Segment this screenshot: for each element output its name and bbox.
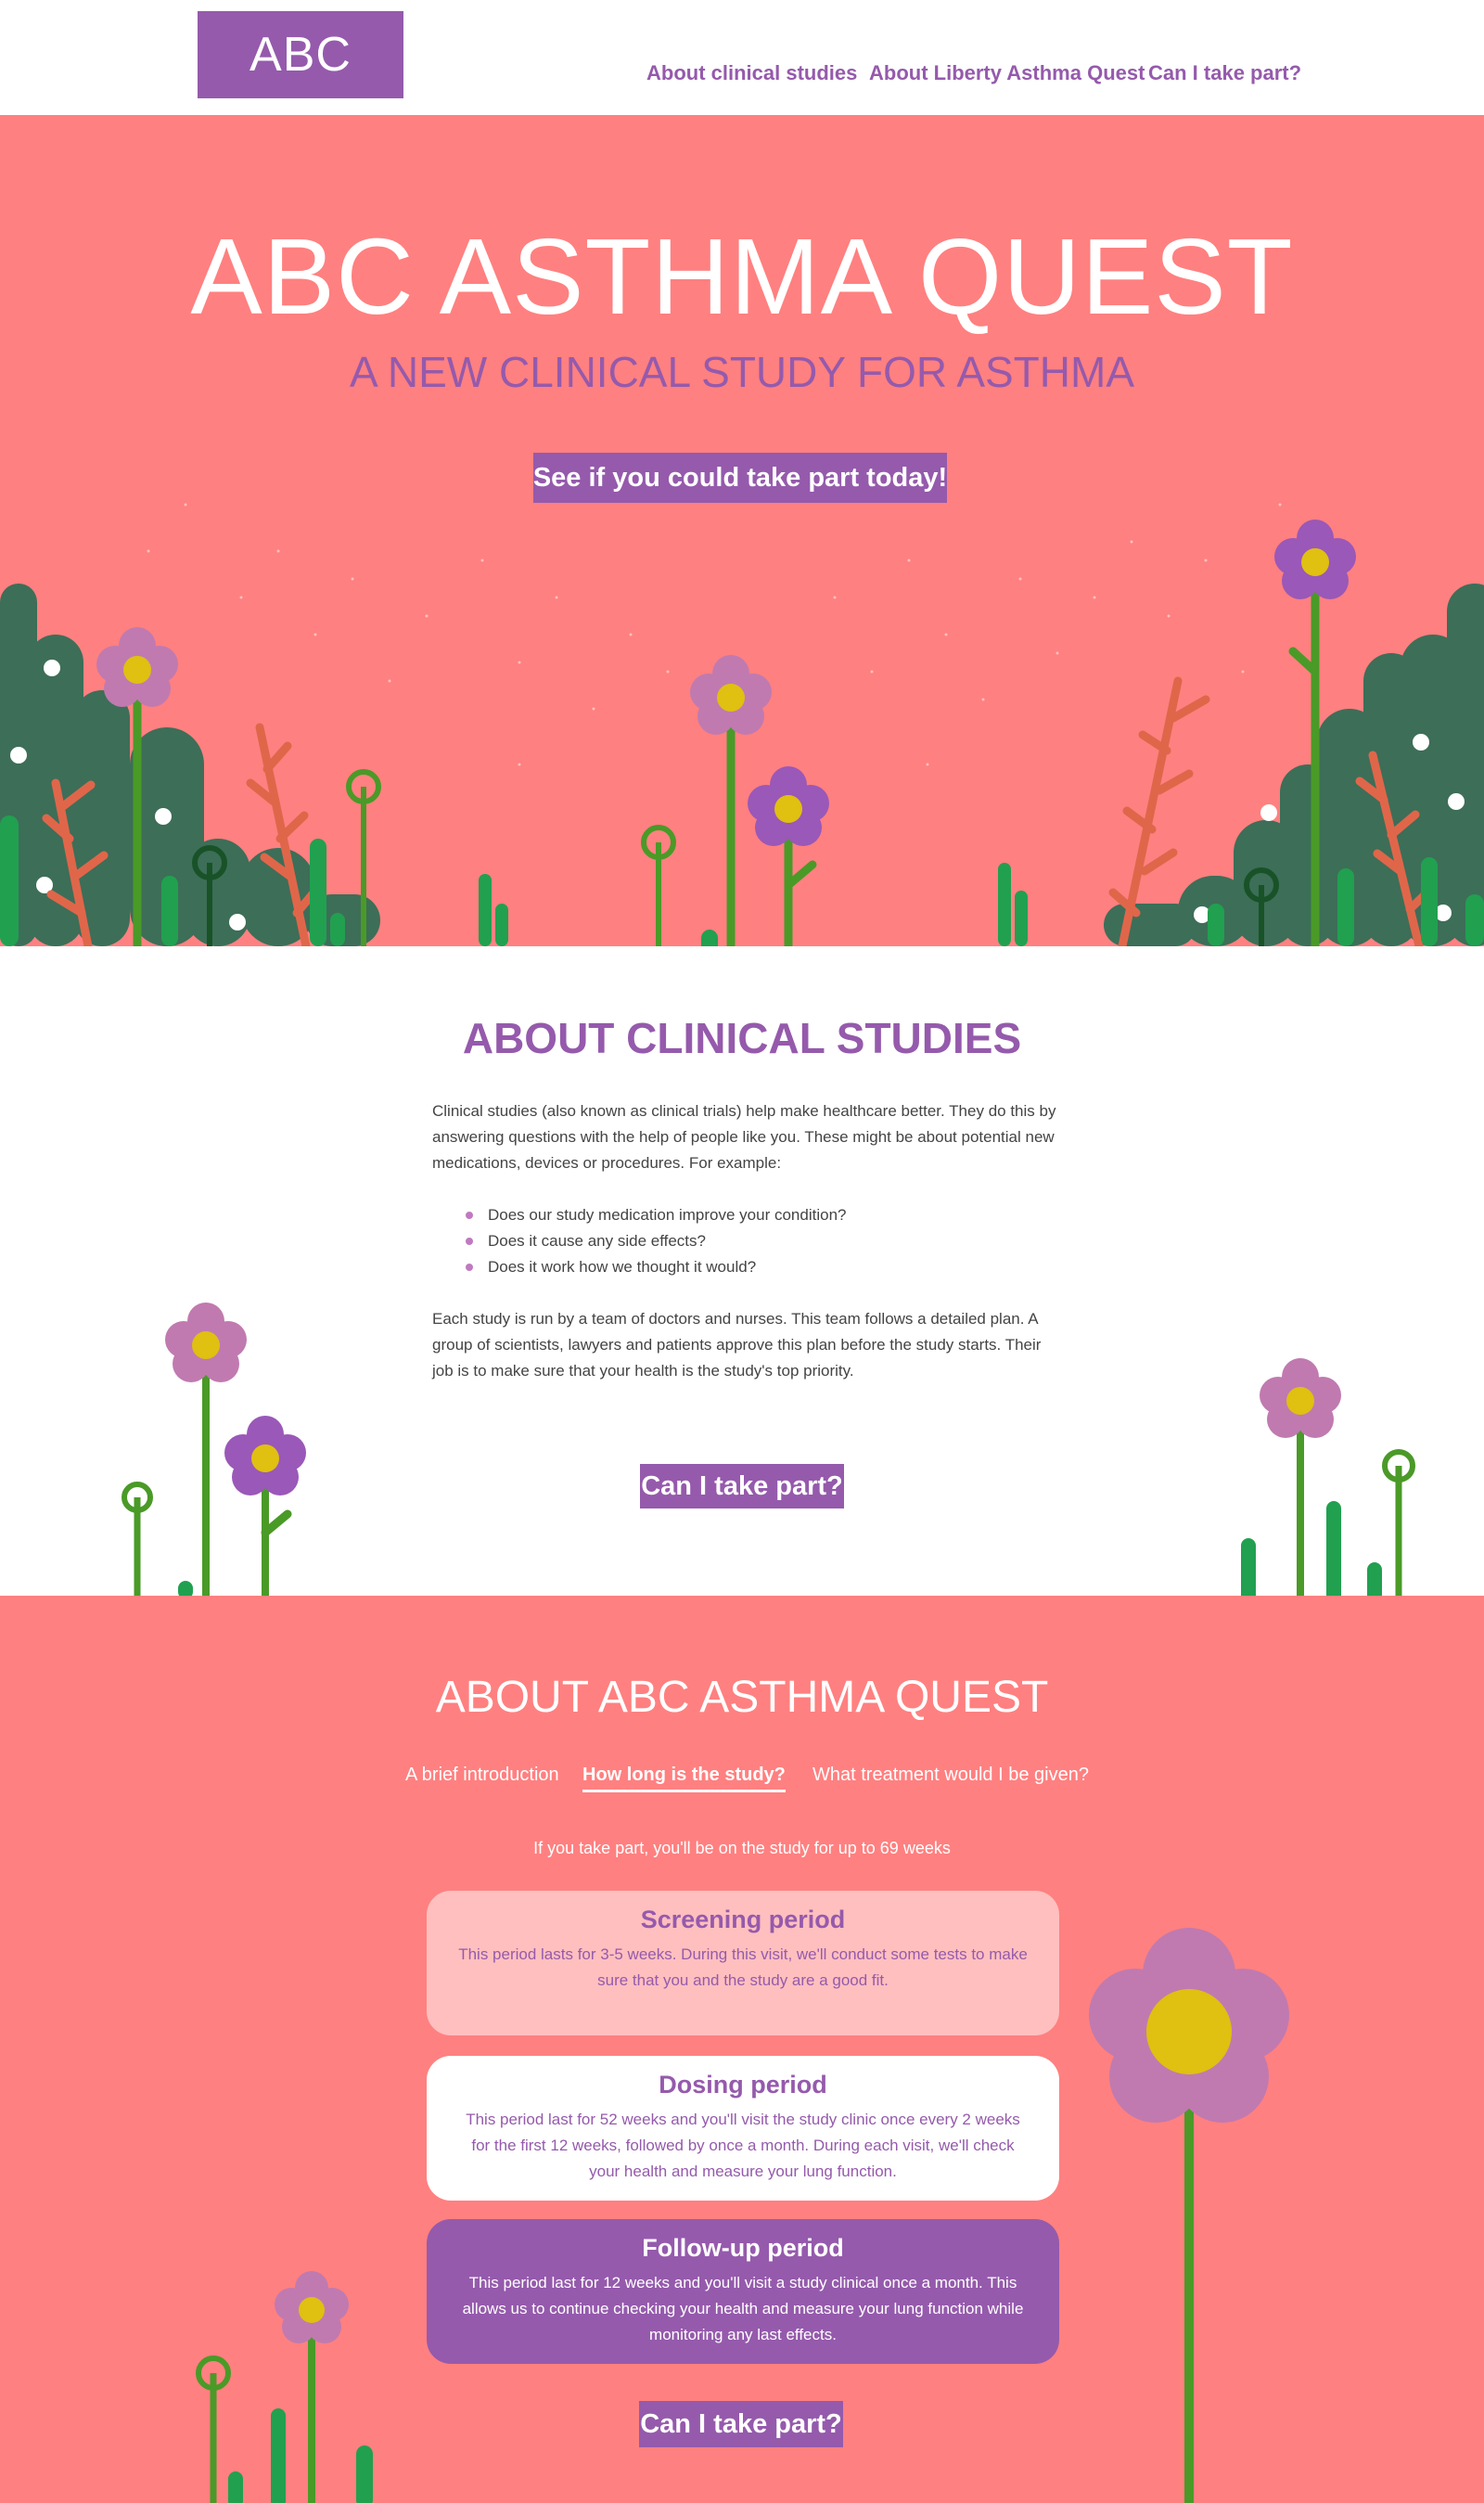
about-right-flowers	[1241, 1358, 1415, 1596]
study-duration-text: If you take part, you'll be on the study…	[533, 1839, 951, 1857]
period-title: Screening period	[640, 1906, 846, 1933]
nav-about-asthma-quest[interactable]: About Liberty Asthma Quest	[869, 61, 1145, 85]
nav-about-clinical-studies[interactable]: About clinical studies	[646, 61, 857, 85]
hero-section: ABC ASTHMA QUEST A NEW CLINICAL STUDY FO…	[0, 115, 1484, 946]
quest-small-flowers	[196, 2271, 373, 2503]
about-clinical-studies-body: Clinical studies (also known as clinical…	[432, 1098, 1063, 1384]
quest-tabs: A brief introduction How long is the stu…	[0, 1765, 1484, 1802]
about-clinical-studies-section: ABOUT CLINICAL STUDIES Clinical studies …	[0, 946, 1484, 1596]
screening-period-card: Screening period This period lasts for 3…	[427, 1891, 1059, 2035]
about-asthma-quest-heading: ABOUT ABC ASTHMA QUEST	[435, 1673, 1049, 1722]
list-item: Does it work how we thought it would?	[466, 1254, 1063, 1280]
hero-title: ABC ASTHMA QUEST	[190, 216, 1294, 337]
tab-how-long-is-the-study[interactable]: How long is the study?	[582, 1765, 786, 1792]
main-nav: About clinical studies About Liberty Ast…	[0, 61, 1484, 89]
period-description: This period last for 12 weeks and you'll…	[462, 2274, 1024, 2343]
tab-what-treatment[interactable]: What treatment would I be given?	[812, 1765, 1089, 1786]
quest-flowers-illustration	[196, 1928, 1289, 2503]
list-item: Does it cause any side effects?	[466, 1228, 1063, 1254]
nav-can-i-take-part[interactable]: Can I take part?	[1148, 61, 1301, 85]
follow-up-period-card: Follow-up period This period last for 12…	[427, 2219, 1059, 2364]
list-item: Does our study medication improve your c…	[466, 1202, 1063, 1228]
about-outro-text: Each study is run by a team of doctors a…	[432, 1310, 1042, 1380]
about-left-flowers	[122, 1303, 306, 1596]
period-description: This period lasts for 3-5 weeks. During …	[458, 1945, 1028, 1989]
hero-subtitle: A NEW CLINICAL STUDY FOR ASTHMA	[349, 348, 1135, 396]
take-part-today-button[interactable]: See if you could take part today!	[533, 453, 947, 503]
petal-flower-center-purple	[748, 766, 829, 946]
site-header: ABC About clinical studies About Liberty…	[0, 0, 1484, 115]
quest-big-flower	[1089, 1928, 1289, 2503]
about-asthma-quest-section: ABOUT ABC ASTHMA QUEST A brief introduct…	[0, 1596, 1484, 2503]
dosing-period-card: Dosing period This period last for 52 we…	[427, 2056, 1059, 2201]
period-title: Follow-up period	[642, 2234, 844, 2262]
tab-brief-introduction[interactable]: A brief introduction	[405, 1765, 559, 1786]
period-title: Dosing period	[659, 2071, 827, 2099]
can-i-take-part-button-bottom[interactable]: Can I take part?	[639, 2401, 843, 2447]
can-i-take-part-button[interactable]: Can I take part?	[640, 1464, 844, 1508]
about-clinical-studies-heading: ABOUT CLINICAL STUDIES	[462, 1014, 1022, 1062]
period-description: This period last for 52 weeks and you'll…	[466, 2111, 1020, 2180]
about-intro-text: Clinical studies (also known as clinical…	[432, 1102, 1056, 1172]
example-questions-list: Does our study medication improve your c…	[432, 1202, 1063, 1280]
